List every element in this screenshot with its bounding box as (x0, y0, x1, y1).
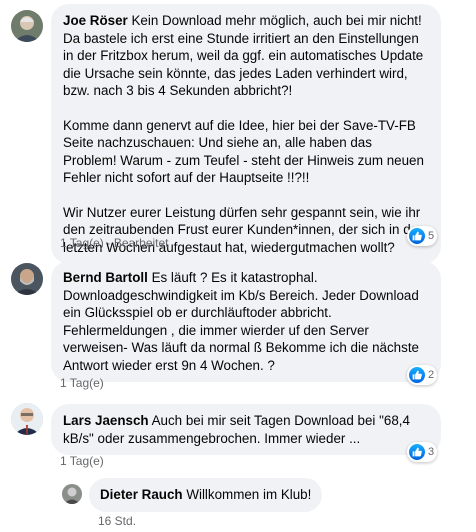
timestamp[interactable]: 16 Std. (98, 514, 136, 528)
comment-bubble: Bernd Bartoll Es läuft ? Es it katastrop… (51, 261, 441, 382)
avatar-photo-icon (11, 403, 43, 435)
comment-text: Komme dann genervt auf die Idee, hier be… (63, 117, 424, 186)
reply-bubble: Dieter Rauch Willkommen im Klub! (89, 478, 323, 512)
reaction-number: 2 (428, 369, 435, 381)
comment-meta: 1 Tag(e) (60, 454, 104, 468)
timestamp[interactable]: 1 Tag(e) (60, 376, 104, 390)
like-icon (409, 228, 425, 244)
comment-text: Es läuft ? Es it katastrophal. Downloadg… (63, 270, 419, 373)
avatar[interactable] (11, 10, 43, 42)
edited-label[interactable]: Bearbeitet (114, 236, 169, 250)
like-icon (409, 367, 425, 383)
comment-author[interactable]: Joe Röser (63, 13, 128, 28)
like-icon (409, 444, 425, 460)
comment-meta: 1 Tag(e) · Bearbeitet (60, 236, 169, 250)
avatar-photo-icon (11, 10, 43, 42)
comment-author[interactable]: Dieter Rauch (100, 487, 183, 502)
timestamp[interactable]: 1 Tag(e) (60, 236, 104, 250)
avatar[interactable] (11, 263, 43, 295)
reaction-count[interactable]: 2 (407, 365, 438, 385)
comment-bubble: Joe Röser Kein Download mehr möglich, au… (51, 4, 441, 264)
avatar[interactable] (62, 484, 82, 504)
reaction-number: 3 (428, 446, 435, 458)
avatar-photo-icon (62, 484, 82, 504)
avatar-photo-icon (11, 263, 43, 295)
comment-author[interactable]: Lars Jaensch (63, 413, 149, 428)
comment-meta: 16 Std. (98, 514, 136, 528)
reaction-count[interactable]: 3 (407, 442, 438, 462)
avatar[interactable] (11, 403, 43, 435)
comment-bubble: Lars Jaensch Auch bei mir seit Tagen Dow… (51, 404, 441, 455)
comment-text: Willkommen im Klub! (186, 487, 312, 502)
timestamp[interactable]: 1 Tag(e) (60, 454, 104, 468)
comment-author[interactable]: Bernd Bartoll (63, 270, 148, 285)
comment-meta: 1 Tag(e) (60, 376, 104, 390)
reaction-number: 5 (428, 230, 435, 242)
reaction-count[interactable]: 5 (407, 226, 438, 246)
